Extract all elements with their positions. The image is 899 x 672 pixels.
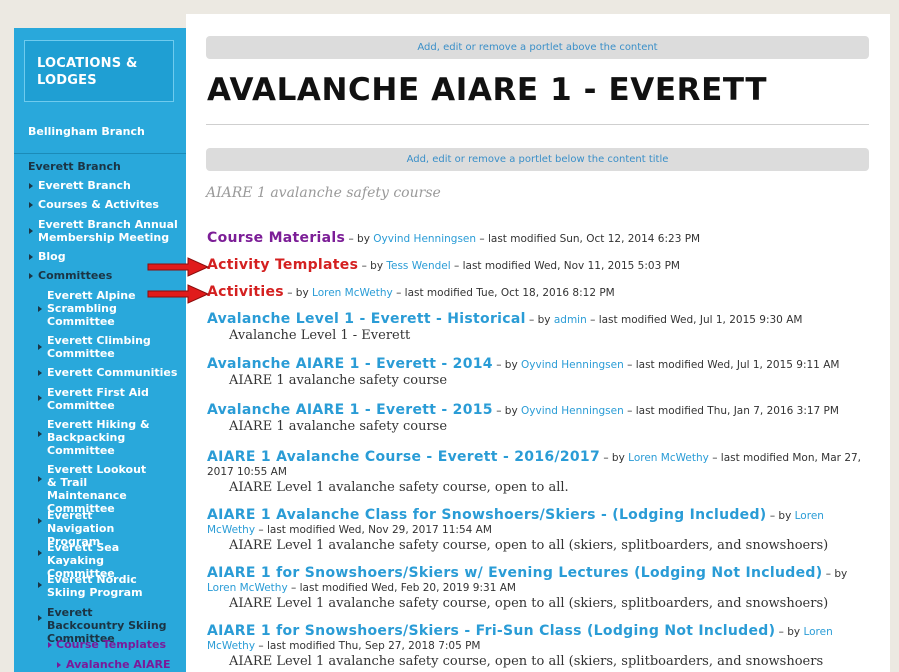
caret-right-icon	[38, 395, 42, 401]
byline-prefix: – by	[769, 510, 792, 522]
caret-down-icon	[57, 662, 61, 668]
caret-right-icon	[38, 370, 42, 376]
byline-prefix: – by	[361, 260, 384, 272]
byline-prefix: – by	[496, 359, 518, 371]
modified-date: – last modified Thu, Jan 7, 2016 3:17 PM	[627, 405, 839, 417]
caret-right-icon	[38, 344, 42, 350]
byline-prefix: – by	[825, 568, 848, 580]
sidebar-item-lookout[interactable]: Everett Lookout & Trail Maintenance Comm…	[47, 463, 159, 515]
entry-title-link[interactable]: Activities	[207, 284, 284, 300]
byline-prefix: – by	[496, 405, 518, 417]
portlet-above-content-button[interactable]: Add, edit or remove a portlet above the …	[206, 36, 869, 59]
caret-right-icon	[38, 476, 42, 482]
entry-title-link[interactable]: AIARE 1 Avalanche Course - Everett - 201…	[207, 449, 600, 465]
list-item: AIARE 1 Avalanche Class for Snowshoers/S…	[207, 508, 867, 554]
sidebar-item-hiking[interactable]: Everett Hiking & Backpacking Committee	[47, 418, 152, 457]
author-link[interactable]: Oyvind Henningsen	[373, 233, 476, 245]
sidebar-item-courses[interactable]: Courses & Activites	[38, 198, 159, 211]
caret-right-icon	[29, 183, 33, 189]
modified-date: – last modified Wed, Feb 20, 2019 9:31 A…	[291, 582, 516, 594]
entry-description: AIARE Level 1 avalanche safety course, o…	[229, 654, 824, 669]
entry-title-link[interactable]: Avalanche Level 1 - Everett - Historical	[207, 311, 526, 327]
list-item: Course Materials – by Oyvind Henningsen …	[207, 231, 867, 246]
sidebar-branch-title[interactable]: Everett Branch	[28, 160, 121, 173]
caret-right-icon	[38, 306, 42, 312]
entry-description: Avalanche Level 1 - Everett	[229, 328, 411, 343]
caret-down-icon	[38, 615, 42, 621]
entry-title-link[interactable]: Avalanche AIARE 1 - Everett - 2015	[207, 402, 493, 418]
modified-date: – last modified Tue, Oct 18, 2016 8:12 P…	[396, 287, 615, 299]
sidebar-item-bellingham[interactable]: Bellingham Branch	[28, 125, 145, 138]
list-item: Avalanche AIARE 1 - Everett - 2014 – by …	[207, 357, 867, 389]
modified-date: – last modified Sun, Oct 12, 2014 6:23 P…	[479, 233, 701, 245]
list-item: AIARE 1 for Snowshoers/Skiers w/ Evening…	[207, 566, 867, 612]
author-link[interactable]: Oyvind Henningsen	[521, 359, 624, 371]
author-link[interactable]: Oyvind Henningsen	[521, 405, 624, 417]
caret-right-icon	[29, 228, 33, 234]
modified-date: – last modified Wed, Nov 29, 2017 11:54 …	[258, 524, 492, 536]
sidebar-item-communities[interactable]: Everett Communities	[47, 366, 177, 379]
entry-title-link[interactable]: AIARE 1 for Snowshoers/Skiers - Fri-Sun …	[207, 623, 775, 639]
list-item: Avalanche Level 1 - Everett - Historical…	[207, 312, 867, 344]
sidebar-item-first-aid[interactable]: Everett First Aid Committee	[47, 386, 152, 412]
author-link[interactable]: Tess Wendel	[386, 260, 450, 272]
portlet-below-title-button[interactable]: Add, edit or remove a portlet below the …	[206, 148, 869, 171]
byline-prefix: – by	[287, 287, 309, 299]
entry-title-link[interactable]: AIARE 1 for Snowshoers/Skiers w/ Evening…	[207, 565, 822, 581]
red-arrow-annotation-icon	[147, 257, 210, 277]
sidebar-item-course-templates[interactable]: Course Templates	[56, 638, 166, 651]
list-item: Avalanche AIARE 1 - Everett - 2015 – by …	[207, 403, 867, 435]
sidebar-item-blog[interactable]: Blog	[38, 250, 66, 263]
sidebar: LOCATIONS & LODGES Bellingham Branch Eve…	[14, 28, 186, 672]
author-link[interactable]: Loren McWethy	[207, 582, 288, 594]
sidebar-item-alpine-scrambling[interactable]: Everett Alpine Scrambling Committee	[47, 289, 147, 328]
list-item: Activity Templates – by Tess Wendel – la…	[207, 258, 867, 273]
sidebar-divider	[14, 153, 186, 154]
caret-right-icon	[38, 431, 42, 437]
sidebar-item-climbing[interactable]: Everett Climbing Committee	[47, 334, 157, 360]
caret-right-icon	[38, 550, 42, 556]
caret-right-icon	[48, 642, 52, 648]
author-link[interactable]: admin	[554, 314, 587, 326]
sidebar-item-current[interactable]: Avalanche AIARE	[66, 658, 170, 671]
entry-title-link[interactable]: Avalanche AIARE 1 - Everett - 2014	[207, 356, 493, 372]
caret-right-icon	[29, 254, 33, 260]
page-description: AIARE 1 avalanche safety course	[206, 185, 441, 201]
modified-date: – last modified Thu, Sep 27, 2018 7:05 P…	[258, 640, 481, 652]
title-divider	[206, 124, 869, 125]
caret-down-icon	[29, 273, 33, 279]
list-item: AIARE 1 for Snowshoers/Skiers - Fri-Sun …	[207, 624, 867, 670]
main-content: Add, edit or remove a portlet above the …	[186, 14, 890, 672]
entry-title-link[interactable]: AIARE 1 Avalanche Class for Snowshoers/S…	[207, 507, 766, 523]
list-item: AIARE 1 Avalanche Course - Everett - 201…	[207, 450, 867, 496]
red-arrow-annotation-icon	[147, 284, 210, 304]
caret-right-icon	[38, 518, 42, 524]
sidebar-item-everett-branch[interactable]: Everett Branch	[38, 179, 131, 192]
sidebar-item-annual-meeting[interactable]: Everett Branch Annual Membership Meeting	[38, 218, 178, 244]
caret-right-icon	[38, 582, 42, 588]
entry-title-link[interactable]: Course Materials	[207, 230, 345, 246]
entry-title-link[interactable]: Activity Templates	[207, 257, 358, 273]
modified-date: – last modified Wed, Jul 1, 2015 9:30 AM	[590, 314, 803, 326]
author-link[interactable]: Loren McWethy	[312, 287, 393, 299]
byline-prefix: – by	[778, 626, 801, 638]
entry-description: AIARE 1 avalanche safety course	[229, 373, 448, 388]
modified-date: – last modified Wed, Nov 11, 2015 5:03 P…	[454, 260, 680, 272]
entry-description: AIARE 1 avalanche safety course	[229, 419, 448, 434]
entry-description: AIARE Level 1 avalanche safety course, o…	[229, 538, 829, 553]
sidebar-item-nordic-skiing[interactable]: Everett Nordic Skiing Program	[47, 573, 172, 599]
entry-description: AIARE Level 1 avalanche safety course, o…	[229, 480, 569, 495]
caret-right-icon	[29, 202, 33, 208]
sidebar-item-committees[interactable]: Committees	[38, 269, 112, 282]
byline-prefix: – by	[603, 452, 625, 464]
author-link[interactable]: Loren McWethy	[628, 452, 709, 464]
entry-description: AIARE Level 1 avalanche safety course, o…	[229, 596, 829, 611]
byline-prefix: – by	[348, 233, 370, 245]
list-item: Activities – by Loren McWethy – last mod…	[207, 285, 867, 300]
byline-prefix: – by	[529, 314, 551, 326]
locations-lodges-header[interactable]: LOCATIONS & LODGES	[24, 40, 174, 102]
page-title: AVALANCHE AIARE 1 - EVERETT	[207, 72, 768, 108]
modified-date: – last modified Wed, Jul 1, 2015 9:11 AM	[627, 359, 840, 371]
